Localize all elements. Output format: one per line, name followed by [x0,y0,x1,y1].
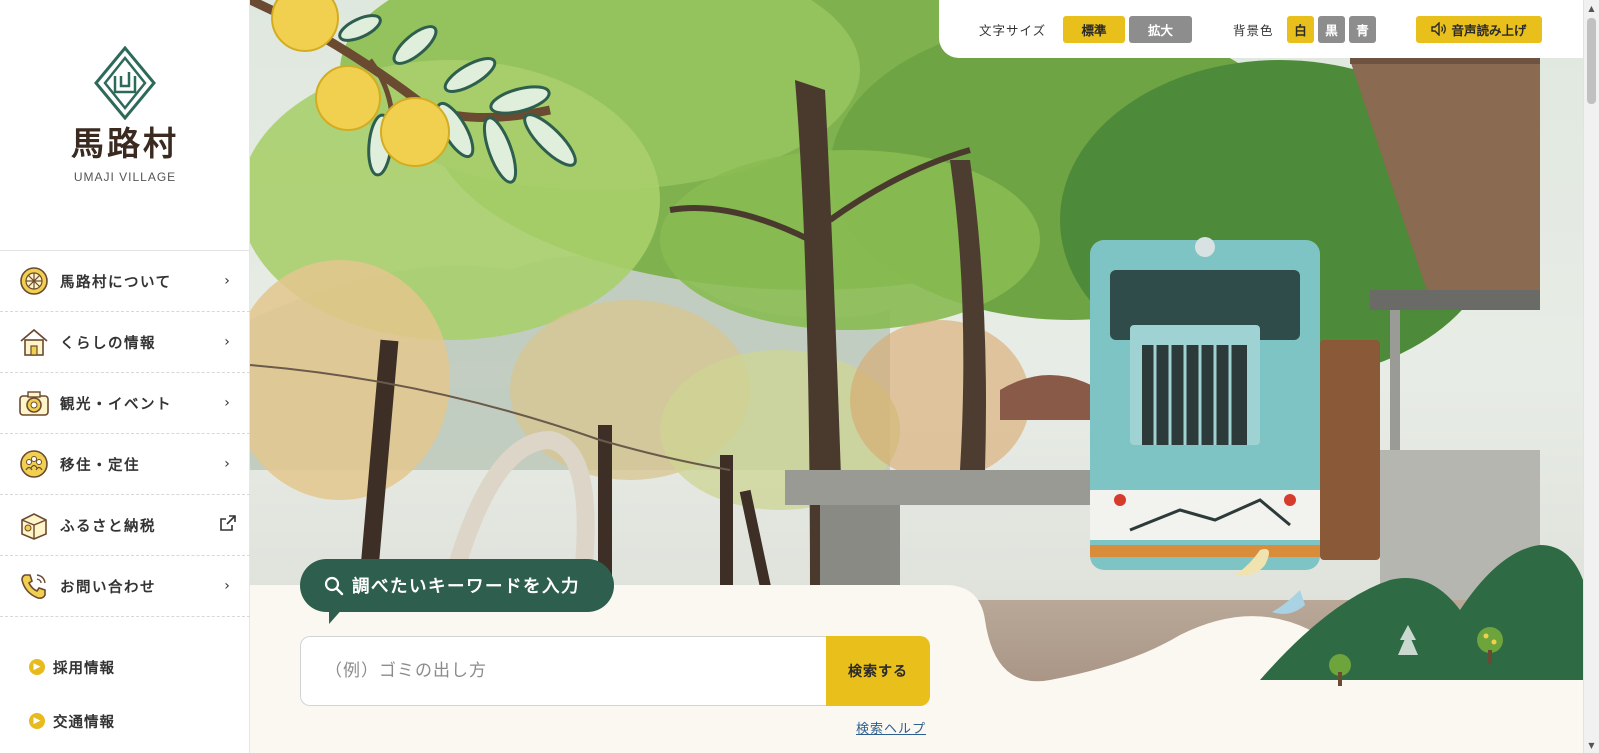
menu-item-tourism[interactable]: 観光・イベント › [0,373,250,434]
font-size-standard-button[interactable]: 標準 [1063,15,1125,43]
menu-item-living[interactable]: くらしの情報 › [0,312,250,373]
village-emblem-icon [94,46,156,120]
font-size-large-button[interactable]: 拡大 [1129,15,1192,43]
yuzu-icon [18,265,50,297]
background-white-button[interactable]: 白 [1287,15,1314,43]
scroll-down-arrow-icon[interactable]: ▼ [1584,737,1599,753]
arrow-circle-icon: ▶ [29,713,45,729]
chevron-right-icon: › [224,334,230,350]
sidebar: 馬路村 UMAJI VILLAGE 馬路村について › くらしの情報 › 観光・… [0,0,250,753]
menu-item-about[interactable]: 馬路村について › [0,251,250,312]
scroll-up-arrow-icon[interactable]: ▲ [1584,0,1599,16]
menu-label: 移住・定住 [60,457,140,474]
sublink-transportation[interactable]: ▶ 交通情報 [29,711,115,731]
font-size-label: 文字サイズ [979,22,1047,38]
search-button[interactable]: 検索する [826,636,930,706]
speaker-icon [1431,22,1447,36]
search-help-link[interactable]: 検索ヘルプ [856,718,926,737]
camera-icon [18,387,50,419]
menu-item-furusato-tax[interactable]: ふるさと納税 [0,495,250,556]
background-color-label: 背景色 [1233,22,1274,38]
menu-item-relocation[interactable]: 移住・定住 › [0,434,250,495]
search-input[interactable] [300,636,828,706]
read-aloud-label: 音声読み上げ [1451,22,1527,38]
menu-label: 観光・イベント [60,396,172,413]
search-heading-text: 調べたいキーワードを入力 [352,577,580,597]
menu-label: くらしの情報 [60,335,156,352]
sublink-label: 採用情報 [53,660,115,677]
sub-links: ▶ 採用情報 ▶ 交通情報 [29,657,115,753]
sublink-label: 交通情報 [53,714,115,731]
page-scrollbar[interactable]: ▲ ▼ [1583,0,1599,753]
house-icon [18,326,50,358]
village-name: 馬路村 [71,124,179,163]
gift-box-icon [18,509,50,541]
search-heading: 調べたいキーワードを入力 [300,559,614,612]
accessibility-toolbar: 文字サイズ 標準 拡大 背景色 白 黒 青 音声読み上げ [939,0,1583,58]
arrow-circle-icon: ▶ [29,659,45,675]
background-blue-button[interactable]: 青 [1349,15,1376,43]
menu-label: お問い合わせ [60,579,156,596]
chevron-right-icon: › [224,578,230,594]
search-icon [324,576,344,595]
chevron-right-icon: › [224,273,230,289]
site-logo[interactable]: 馬路村 UMAJI VILLAGE [0,46,250,184]
background-black-button[interactable]: 黒 [1318,15,1345,43]
menu-item-contact[interactable]: お問い合わせ › [0,556,250,617]
menu-label: 馬路村について [60,274,172,291]
menu-label: ふるさと納税 [60,518,156,535]
external-link-icon [220,515,236,535]
village-name-english: UMAJI VILLAGE [73,169,177,184]
chevron-right-icon: › [224,456,230,472]
people-icon [18,448,50,480]
chevron-right-icon: › [224,395,230,411]
scroll-thumb[interactable] [1587,18,1596,104]
read-aloud-button[interactable]: 音声読み上げ [1416,15,1542,43]
main-menu: 馬路村について › くらしの情報 › 観光・イベント › 移住・定住 › ふるさ… [0,250,250,617]
sublink-recruitment[interactable]: ▶ 採用情報 [29,657,115,677]
phone-icon [18,570,50,602]
